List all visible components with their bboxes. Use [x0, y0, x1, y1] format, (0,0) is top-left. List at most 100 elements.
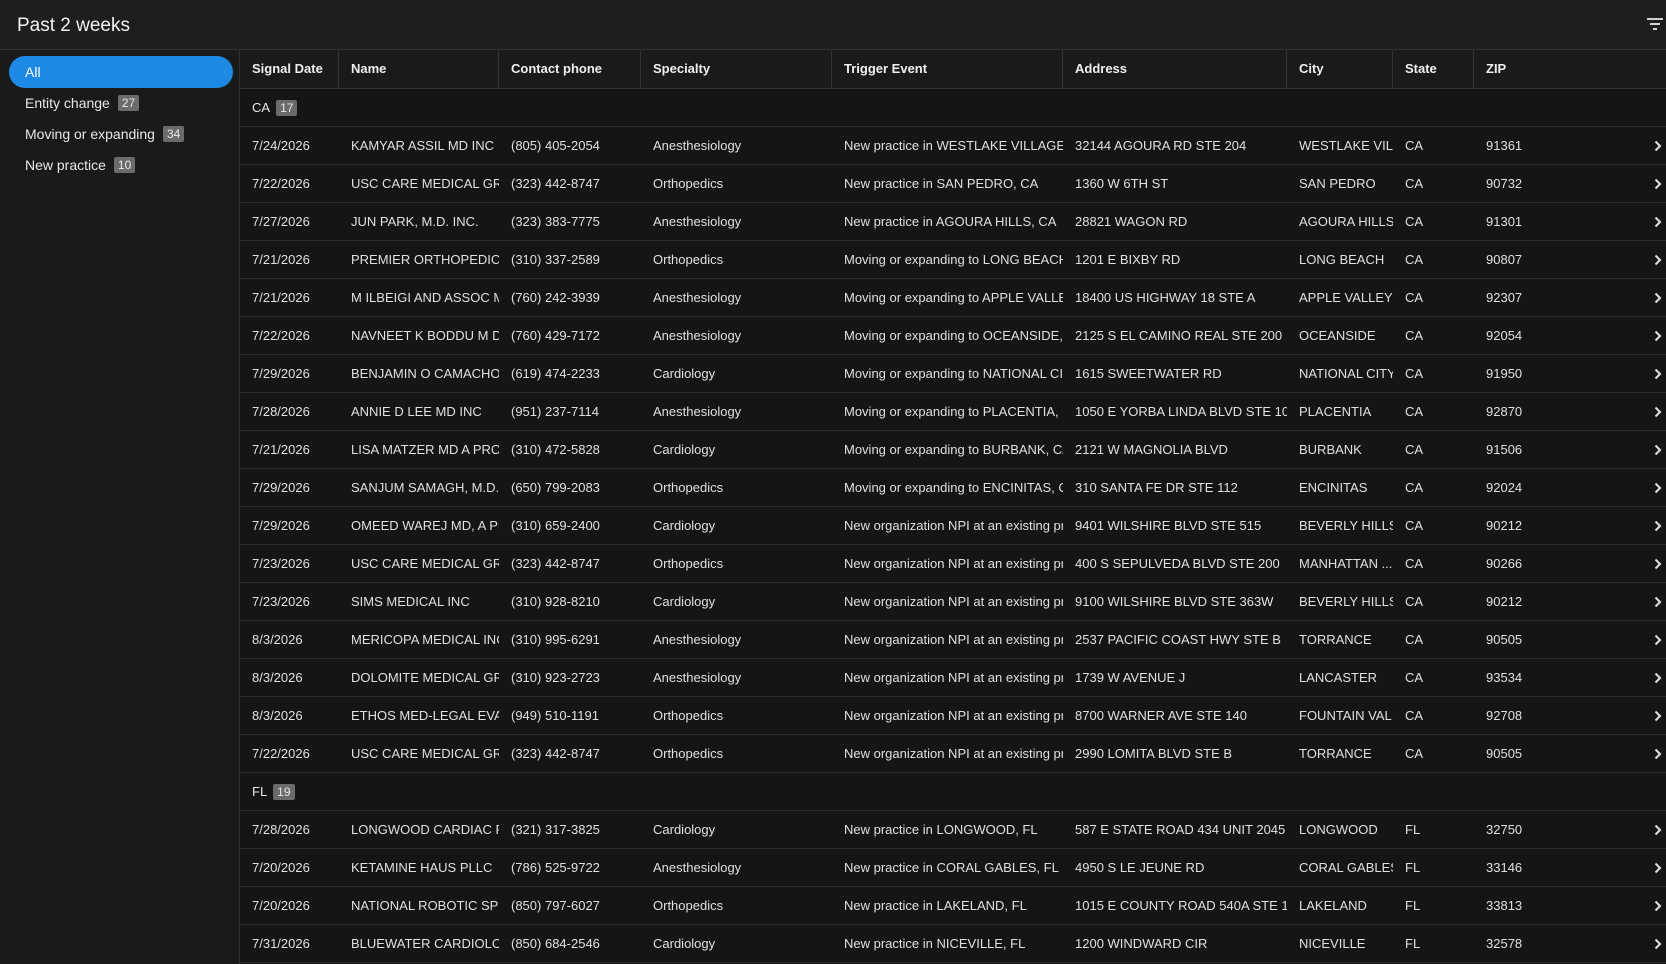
cell-trigger-event: New practice in SAN PEDRO, CA [844, 176, 1039, 191]
cell-specialty: Cardiology [653, 366, 716, 381]
cell-trigger-event: Moving or expanding to PLACENTIA, C... [844, 404, 1063, 419]
cell-contact-phone: (323) 442-8747 [511, 556, 600, 571]
cell-state: FL [1405, 898, 1421, 913]
cell-zip: 92024 [1486, 480, 1523, 495]
chevron-right-icon[interactable] [1654, 254, 1662, 266]
cell-zip: 90505 [1486, 632, 1523, 647]
table-row[interactable]: 7/22/2026 USC CARE MEDICAL GR... (323) 442… [240, 165, 1666, 203]
table-row[interactable]: 7/31/2026 BLUEWATER CARDIOLOG... (850) 684… [240, 925, 1666, 963]
column-header-signal-date[interactable]: Signal Date [240, 50, 339, 88]
chevron-right-icon[interactable] [1654, 140, 1662, 152]
cell-name: OMEED WAREJ MD, A PR... [351, 518, 499, 533]
cell-city: FOUNTAIN VAL... [1299, 708, 1393, 723]
chevron-right-icon[interactable] [1654, 216, 1662, 228]
cell-name: ETHOS MED-LEGAL EVA... [351, 708, 499, 723]
column-header-state[interactable]: State [1393, 50, 1474, 88]
chevron-right-icon[interactable] [1654, 558, 1662, 570]
cell-signal-date: 8/3/2026 [252, 632, 303, 647]
chevron-right-icon[interactable] [1654, 710, 1662, 722]
table-row[interactable]: 7/22/2026 NAVNEET K BODDU M D ... (760) 42… [240, 317, 1666, 355]
table-row[interactable]: 8/3/2026 DOLOMITE MEDICAL GR... (310) 923-… [240, 659, 1666, 697]
cell-specialty: Anesthesiology [653, 214, 742, 229]
cell-name: ANNIE D LEE MD INC [351, 404, 482, 419]
cell-signal-date: 7/22/2026 [252, 328, 310, 343]
table-row[interactable]: 7/24/2026 KAMYAR ASSIL MD INC (805) 405-20… [240, 127, 1666, 165]
chevron-right-icon[interactable] [1654, 596, 1662, 608]
column-header-zip[interactable]: ZIP [1474, 50, 1666, 88]
table-row[interactable]: 7/22/2026 USC CARE MEDICAL GR... (323) 442… [240, 735, 1666, 773]
cell-specialty: Anesthesiology [653, 290, 742, 305]
chevron-right-icon[interactable] [1654, 938, 1662, 950]
sidebar-item-moving-or-expanding[interactable]: Moving or expanding 34 [9, 118, 233, 150]
filter-icon[interactable] [1646, 16, 1664, 32]
chevron-right-icon[interactable] [1654, 330, 1662, 342]
cell-specialty: Anesthesiology [653, 404, 742, 419]
table-row[interactable]: 8/3/2026 MERICOPA MEDICAL INC (310) 995-62… [240, 621, 1666, 659]
cell-contact-phone: (949) 510-1191 [511, 708, 599, 723]
table-row[interactable]: 7/23/2026 USC CARE MEDICAL GR... (323) 442… [240, 545, 1666, 583]
chevron-right-icon[interactable] [1654, 292, 1662, 304]
cell-signal-date: 7/20/2026 [252, 898, 310, 913]
column-header-contact-phone[interactable]: Contact phone [499, 50, 641, 88]
cell-address: 1360 W 6TH ST [1075, 176, 1169, 191]
table-row[interactable]: 7/29/2026 SANJUM SAMAGH, M.D. ... (650) 79… [240, 469, 1666, 507]
cell-trigger-event: New organization NPI at an existing pr..… [844, 518, 1063, 533]
chevron-right-icon[interactable] [1654, 748, 1662, 760]
cell-signal-date: 7/22/2026 [252, 746, 310, 761]
chevron-right-icon[interactable] [1654, 520, 1662, 532]
chevron-right-icon[interactable] [1654, 824, 1662, 836]
cell-zip: 91301 [1486, 214, 1523, 229]
table-row[interactable]: 7/20/2026 KETAMINE HAUS PLLC (786) 525-972… [240, 849, 1666, 887]
cell-address: 400 S SEPULVEDA BLVD STE 200 [1075, 556, 1280, 571]
cell-state: CA [1405, 442, 1424, 457]
cell-city: BEVERLY HILLS [1299, 594, 1393, 609]
sidebar-item-new-practice[interactable]: New practice 10 [9, 149, 233, 181]
table-row[interactable]: 7/29/2026 OMEED WAREJ MD, A PR... (310) 65… [240, 507, 1666, 545]
chevron-right-icon[interactable] [1654, 444, 1662, 456]
column-header-name[interactable]: Name [339, 50, 499, 88]
group-row-ca[interactable]: CA 17 [240, 89, 1666, 127]
chevron-right-icon[interactable] [1654, 406, 1662, 418]
group-row-fl[interactable]: FL 19 [240, 773, 1666, 811]
table-row[interactable]: 7/21/2026 PREMIER ORTHOPEDIC ... (310) 337… [240, 241, 1666, 279]
cell-trigger-event: Moving or expanding to BURBANK, CA... [844, 442, 1063, 457]
sidebar-item-all[interactable]: All [9, 56, 233, 88]
chevron-right-icon[interactable] [1654, 178, 1662, 190]
cell-state: CA [1405, 480, 1424, 495]
cell-trigger-event: New organization NPI at an existing pr..… [844, 708, 1063, 723]
table-row[interactable]: 7/28/2026 LONGWOOD CARDIAC R... (321) 317-… [240, 811, 1666, 849]
column-header-address[interactable]: Address [1063, 50, 1287, 88]
group-count-badge: 17 [276, 100, 298, 116]
cell-address: 2537 PACIFIC COAST HWY STE B [1075, 632, 1281, 647]
table-row[interactable]: 8/3/2026 ETHOS MED-LEGAL EVA... (949) 510-… [240, 697, 1666, 735]
cell-name: MERICOPA MEDICAL INC [351, 632, 499, 647]
chevron-right-icon[interactable] [1654, 482, 1662, 494]
column-header-city[interactable]: City [1287, 50, 1393, 88]
chevron-right-icon[interactable] [1654, 862, 1662, 874]
cell-contact-phone: (850) 684-2546 [511, 936, 600, 951]
cell-signal-date: 7/23/2026 [252, 594, 310, 609]
chevron-right-icon[interactable] [1654, 368, 1662, 380]
table-row[interactable]: 7/21/2026 LISA MATZER MD A PRO... (310) 47… [240, 431, 1666, 469]
cell-name: SIMS MEDICAL INC [351, 594, 470, 609]
table-row[interactable]: 7/23/2026 SIMS MEDICAL INC (310) 928-8210 C… [240, 583, 1666, 621]
cell-zip: 90266 [1486, 556, 1523, 571]
cell-trigger-event: Moving or expanding to ENCINITAS, C... [844, 480, 1063, 495]
cell-city: AGOURA HILLS [1299, 214, 1393, 229]
cell-state: CA [1405, 366, 1424, 381]
table-row[interactable]: 7/20/2026 NATIONAL ROBOTIC SPI... (850) 79… [240, 887, 1666, 925]
cell-contact-phone: (760) 429-7172 [511, 328, 600, 343]
chevron-right-icon[interactable] [1654, 900, 1662, 912]
column-header-specialty[interactable]: Specialty [641, 50, 832, 88]
chevron-right-icon[interactable] [1654, 672, 1662, 684]
table-row[interactable]: 7/21/2026 M ILBEIGI AND ASSOC M... (760) 2… [240, 279, 1666, 317]
table-row[interactable]: 7/29/2026 BENJAMIN O CAMACHO... (619) 474-… [240, 355, 1666, 393]
column-header-trigger-event[interactable]: Trigger Event [832, 50, 1063, 88]
cell-signal-date: 7/27/2026 [252, 214, 310, 229]
table-row[interactable]: 7/27/2026 JUN PARK, M.D. INC. (323) 383-77… [240, 203, 1666, 241]
cell-address: 18400 US HIGHWAY 18 STE A [1075, 290, 1256, 305]
cell-city: LONG BEACH [1299, 252, 1385, 267]
table-row[interactable]: 7/28/2026 ANNIE D LEE MD INC (951) 237-711… [240, 393, 1666, 431]
chevron-right-icon[interactable] [1654, 634, 1662, 646]
sidebar-item-entity-change[interactable]: Entity change 27 [9, 87, 233, 119]
